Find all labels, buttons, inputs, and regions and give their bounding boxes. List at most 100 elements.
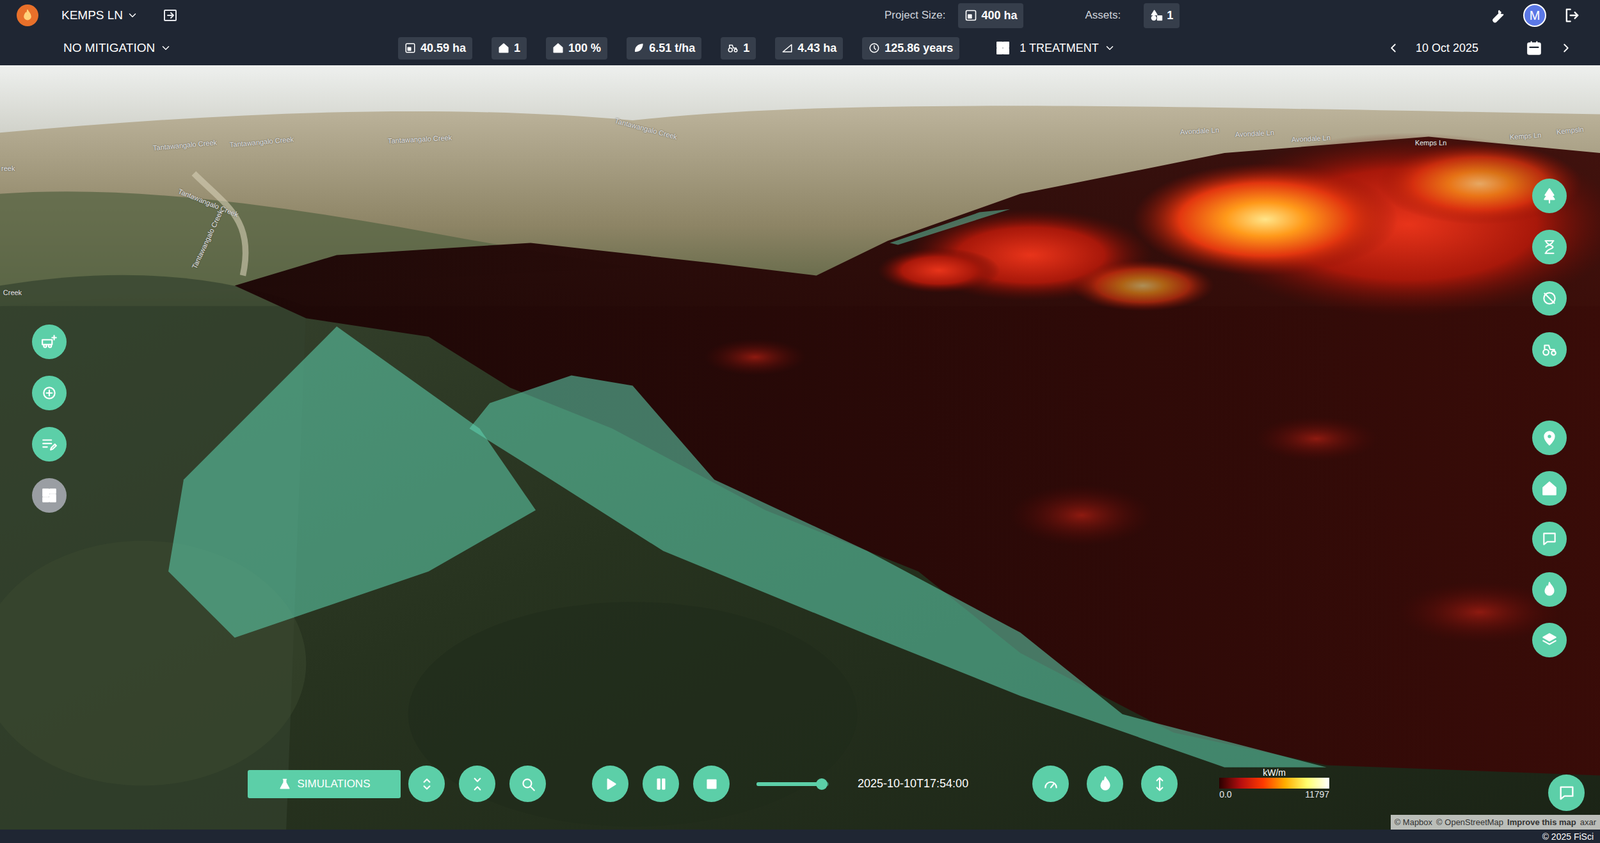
mitigation-select[interactable]: NO MITIGATION [63, 39, 172, 58]
gauge-icon [1042, 775, 1060, 793]
next-date-button[interactable] [1559, 40, 1574, 56]
map-tool-button[interactable] [32, 375, 67, 411]
treatment-select[interactable]: 1 TREATMENT [995, 39, 1115, 57]
chat-button[interactable] [1548, 774, 1585, 811]
logout-icon [1562, 6, 1581, 25]
avatar[interactable]: M [1523, 3, 1547, 27]
label: 1 TREATMENT [1019, 39, 1099, 57]
top-bar: KEMPS LN Project Size: 400 ha Assets: 1 … [0, 0, 1600, 31]
footer: © 2025 FiSci [0, 829, 1600, 843]
search-icon [519, 775, 537, 793]
stat-badge: 6.51 t/ha [626, 37, 702, 60]
map-tool-button[interactable] [1532, 332, 1567, 367]
legend-bar [1219, 777, 1330, 789]
chevron-down-icon [160, 42, 172, 54]
map-label: Tantawangalo Creek [176, 186, 240, 221]
label: 0.0 [1219, 788, 1232, 800]
map-tool-button[interactable] [32, 478, 67, 513]
label: 125.86 years [884, 39, 953, 57]
stat-badge: 1 [491, 37, 527, 60]
label: 1 [1166, 7, 1174, 25]
label: 40.59 ha [420, 39, 466, 57]
label: kW/m [1219, 767, 1330, 778]
map-label: Kemps Ln [1509, 129, 1543, 143]
map-tool-button[interactable] [693, 765, 730, 802]
flame-icon [1541, 581, 1558, 598]
map-tool-button[interactable] [1532, 280, 1567, 316]
stat-badge: 125.86 years [862, 37, 960, 60]
label: 6.51 t/ha [648, 39, 696, 57]
layers-icon [1541, 631, 1558, 649]
label: axar [1580, 816, 1597, 829]
map-tool-button[interactable] [1532, 471, 1567, 506]
map-tool-button[interactable] [1032, 765, 1069, 802]
map-tool-button[interactable] [642, 765, 680, 802]
map-tool-button[interactable] [408, 765, 445, 802]
prev-date-button[interactable] [1386, 40, 1401, 56]
app: KEMPS LN Project Size: 400 ha Assets: 1 … [0, 0, 1600, 843]
map-tool-button[interactable] [1532, 420, 1567, 456]
project-select[interactable]: KEMPS LN [61, 6, 139, 25]
exit-button[interactable] [162, 7, 178, 24]
map-tool-button[interactable] [32, 324, 67, 360]
label: 100 % [568, 39, 601, 57]
intensity-legend: kW/m 0.0 11797 [1219, 767, 1330, 800]
stat-badge: 100 % [545, 37, 608, 60]
map-tool-button[interactable] [458, 765, 496, 802]
map-tool-button[interactable] [1532, 521, 1567, 557]
map-tool-button[interactable] [1532, 229, 1567, 265]
tractor-icon [1541, 341, 1558, 358]
flame-icon [21, 8, 34, 22]
map-tool-button[interactable] [1532, 572, 1567, 607]
simulations-button[interactable]: SIMULATIONS [247, 769, 401, 799]
stat-badge: 4.43 ha [775, 37, 843, 60]
house-icon [1541, 480, 1558, 497]
map-tool-button[interactable] [1532, 178, 1567, 214]
stat-badge: 40.59 ha [398, 37, 473, 60]
flask-icon [278, 777, 292, 791]
chevron-down-icon [126, 9, 139, 22]
wrench-icon [1488, 6, 1507, 25]
map-label: Avondale Ln [1235, 127, 1275, 141]
calendar-button[interactable] [1525, 39, 1543, 57]
map-tool-button[interactable] [1532, 622, 1567, 658]
dashboard-icon [40, 487, 58, 504]
map[interactable]: Tantawangalo CreekTantawangalo CreekTant… [0, 65, 1600, 830]
logo[interactable] [16, 4, 39, 27]
area-icon [964, 8, 978, 22]
map-label: Tantawangalo Creek [613, 115, 679, 143]
chat-icon [1557, 784, 1576, 802]
map-tool-button[interactable] [1086, 765, 1124, 802]
label: 1 [513, 39, 521, 57]
sim-time: 2025-10-10T17:54:00 [857, 775, 969, 793]
map-label: Kemps Ln [1415, 137, 1448, 149]
map-tool-button[interactable] [32, 426, 67, 462]
map-label: Kempsln [1556, 123, 1585, 137]
chev-right-icon [1559, 40, 1574, 56]
label: © 2025 FiSci [1542, 831, 1594, 842]
map-label: Tantawangalo Creek [188, 208, 226, 271]
map-label: Tantawangalo Creek [387, 132, 452, 147]
playback-bar: SIMULATIONS 2025-10-10T17:54:00 kW/m 0.0… [247, 765, 1330, 802]
chat-icon [1541, 530, 1558, 548]
slider-knob[interactable] [816, 778, 828, 790]
label: 1 [743, 39, 750, 57]
chev-left-icon [1386, 40, 1401, 56]
label: KEMPS LN [61, 6, 123, 25]
map-tool-button[interactable] [509, 765, 546, 802]
tractor-icon [727, 42, 739, 54]
logout-button[interactable] [1562, 6, 1581, 25]
flame-icon [1096, 775, 1114, 793]
chevron-down-icon [1104, 42, 1116, 54]
map-label: reek [1, 163, 15, 175]
assets-badge: 1 [1143, 3, 1180, 29]
map-tool-button[interactable] [1141, 765, 1178, 802]
pin-icon [1541, 429, 1558, 447]
label: 400 ha [981, 7, 1017, 25]
clock-icon [868, 42, 880, 54]
label: NO MITIGATION [63, 39, 155, 58]
expand-icon [418, 775, 436, 793]
map-tool-button[interactable] [592, 765, 629, 802]
settings-button[interactable] [1488, 6, 1507, 25]
time-slider[interactable] [756, 782, 829, 786]
